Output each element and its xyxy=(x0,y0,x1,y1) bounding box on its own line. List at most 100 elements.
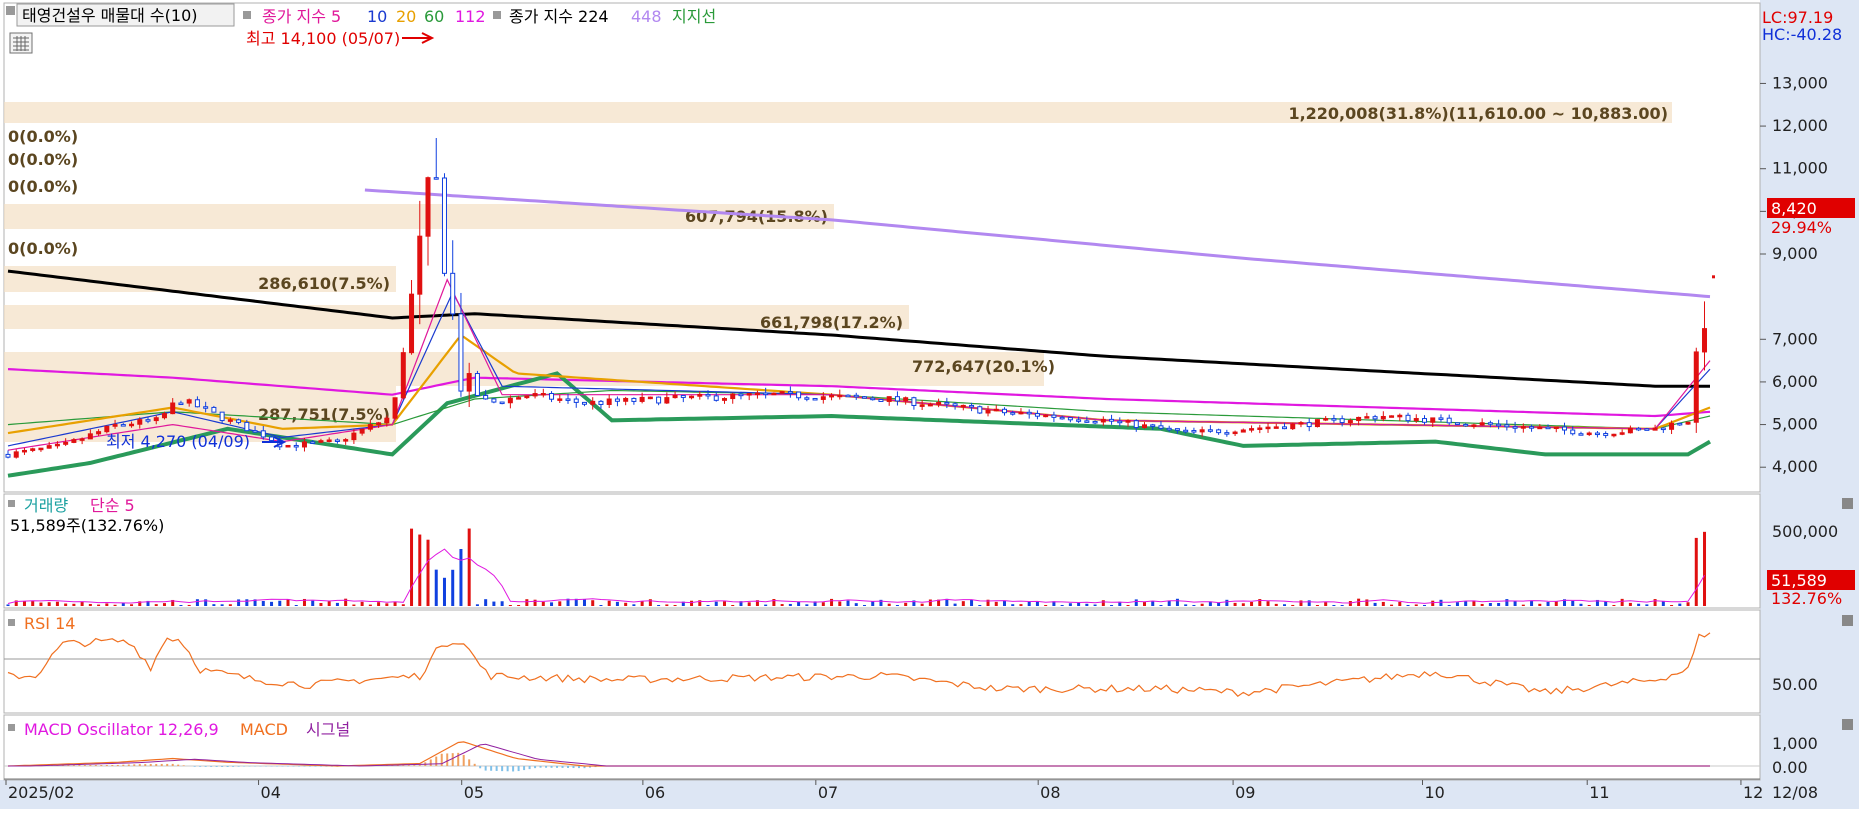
volume-bar xyxy=(1184,604,1187,606)
volume-bar xyxy=(1308,600,1311,606)
volume-bar xyxy=(1061,605,1064,606)
candle-body xyxy=(1488,423,1492,425)
volume-bar xyxy=(443,578,446,606)
legend-item-6: 448 xyxy=(631,7,662,26)
macd-histogram-bar xyxy=(166,764,168,766)
volume-bar xyxy=(583,600,586,606)
candle-body xyxy=(805,398,809,400)
candle-body xyxy=(550,394,554,400)
volume-bar xyxy=(7,604,10,606)
volume-bar xyxy=(1151,601,1154,606)
macd-histogram-bar xyxy=(474,764,476,766)
volume-bar xyxy=(1341,605,1344,606)
rsi-close-icon[interactable] xyxy=(1842,615,1853,626)
volume-bar xyxy=(599,605,602,606)
volume-bar xyxy=(649,599,652,606)
macd-histogram-bar xyxy=(100,765,102,766)
candle-body xyxy=(739,394,743,396)
macd-histogram-bar xyxy=(84,765,86,766)
candle-body xyxy=(1093,421,1097,423)
vp-label-5: 0(0.0%) xyxy=(8,239,78,258)
volume-bar xyxy=(781,604,784,606)
volume-bar xyxy=(262,601,265,606)
macd-close-icon[interactable] xyxy=(1842,719,1853,730)
volume-bar xyxy=(542,602,545,606)
y-tick-label-7: 5,000 xyxy=(1772,415,1818,434)
candle-body xyxy=(467,374,471,392)
candle-body xyxy=(1250,429,1254,431)
panel-menu-icon[interactable] xyxy=(6,6,15,15)
macd-histogram-bar xyxy=(534,766,536,768)
volume-bar xyxy=(509,605,512,606)
volume-bar xyxy=(31,601,34,606)
candle-body xyxy=(830,395,834,397)
y-tick-label-1: 12,000 xyxy=(1772,116,1828,135)
candle-body xyxy=(1423,419,1427,423)
volume-bar xyxy=(377,602,380,606)
macd-histogram-bar xyxy=(221,766,223,767)
candle-body xyxy=(591,401,595,404)
x-tick-label-8: 11 xyxy=(1589,783,1609,802)
rsi-y-tick: 50.00 xyxy=(1772,675,1818,694)
candle-body xyxy=(1348,421,1352,423)
volume-badge-value: 51,589 xyxy=(1771,571,1827,590)
macd-histogram-bar xyxy=(551,766,553,768)
macd-histogram-bar xyxy=(205,766,207,767)
volume-bar xyxy=(1621,599,1624,606)
candle-body xyxy=(838,395,842,397)
candle-body xyxy=(1044,415,1048,417)
stock-chart: 1,220,008(31.8%)(11,610.00 ~ 10,883.00) … xyxy=(0,0,1859,809)
candle-body xyxy=(961,405,965,407)
candle-body xyxy=(1365,417,1369,419)
candle-body xyxy=(755,393,759,395)
volume-bar xyxy=(970,600,973,606)
volume-bar xyxy=(278,601,281,606)
candle-body xyxy=(1686,422,1690,424)
candle-body xyxy=(22,450,26,452)
volume-bar xyxy=(188,605,191,606)
macd-histogram-bar xyxy=(452,753,454,766)
candle-body xyxy=(1077,420,1081,422)
volume-bar xyxy=(1670,605,1673,606)
macd-panel-menu-icon[interactable] xyxy=(8,724,15,731)
volume-close-icon[interactable] xyxy=(1842,498,1853,509)
candle-body xyxy=(994,409,998,411)
volume-bar xyxy=(517,605,520,606)
volume-bar xyxy=(468,529,471,606)
vp-label-1: 0(0.0%) xyxy=(8,127,78,146)
rsi-panel-menu-icon[interactable] xyxy=(8,619,15,626)
volume-bar xyxy=(1687,602,1690,606)
legend-toggle-icon[interactable] xyxy=(243,11,251,19)
candle-body xyxy=(780,392,784,394)
macd-histogram-bar xyxy=(446,753,448,766)
macd-histogram-bar xyxy=(529,766,531,769)
vp-label-8: 772,647(20.1%) xyxy=(912,357,1055,376)
candle-body xyxy=(862,397,866,399)
macd-histogram-bar xyxy=(73,765,75,766)
volume-bar xyxy=(978,605,981,606)
candle-body xyxy=(1324,419,1328,421)
volume-bar xyxy=(1201,604,1204,606)
candle-body xyxy=(920,405,924,407)
candle-body xyxy=(393,398,397,418)
volume-bar xyxy=(1357,599,1360,606)
candle-body xyxy=(1241,430,1245,432)
candle-body xyxy=(1563,427,1567,430)
candle-body xyxy=(871,398,875,400)
candle-body xyxy=(986,410,990,413)
candle-body xyxy=(1554,427,1558,429)
candle-body xyxy=(508,398,512,402)
candle-body xyxy=(698,394,702,396)
volume-panel-menu-icon[interactable] xyxy=(8,500,15,507)
macd-histogram-bar xyxy=(150,764,152,766)
macd-histogram-bar xyxy=(540,766,542,768)
volume-bar xyxy=(1225,600,1228,606)
volume-bar xyxy=(1192,605,1195,606)
volume-bar xyxy=(805,604,808,606)
candle-body xyxy=(1513,427,1517,429)
legend-item-4: 112 xyxy=(455,7,486,26)
candle-body xyxy=(1637,428,1641,430)
volume-bar xyxy=(748,602,751,606)
legend-item-5: 종가 지수 224 xyxy=(509,7,609,26)
volume-bar xyxy=(1505,599,1508,606)
